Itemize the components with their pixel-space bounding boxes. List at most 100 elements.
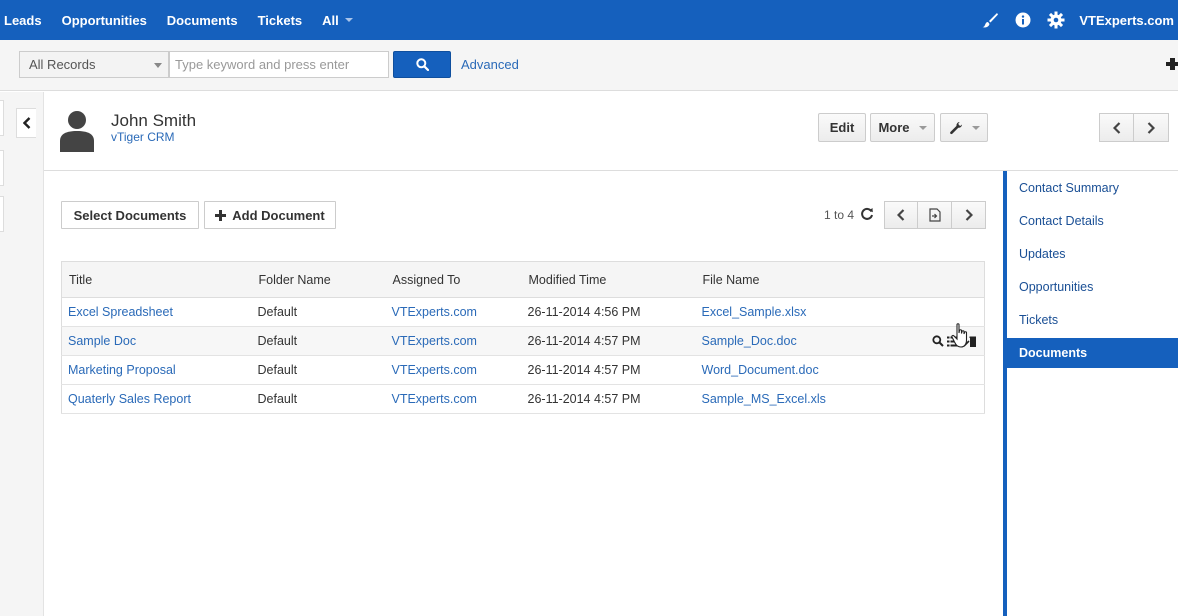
chevron-left-icon — [897, 209, 905, 221]
sidebar-item-contact-details[interactable]: Contact Details — [1007, 206, 1178, 236]
sidebar-item-contact-summary[interactable]: Contact Summary — [1007, 173, 1178, 203]
refresh-icon[interactable] — [860, 207, 874, 221]
documents-panel: Select Documents Add Document 1 to 4 Tit… — [44, 171, 1003, 616]
doc-assigned-link[interactable]: VTExperts.com — [385, 297, 522, 327]
edit-button-label: Edit — [829, 120, 855, 135]
doc-file-cell: Sample_Doc.doc — [695, 326, 985, 356]
chevron-left-icon — [1112, 121, 1120, 134]
add-document-button[interactable]: Add Document — [204, 201, 336, 229]
paint-brush-icon[interactable] — [980, 10, 1000, 30]
doc-assigned-link[interactable]: VTExperts.com — [385, 326, 522, 356]
doc-file-cell-content: Sample_Doc.doc — [702, 334, 985, 348]
record-header: John Smith vTiger CRM Edit More — [44, 92, 1178, 171]
gutter-tab[interactable] — [0, 150, 4, 186]
table-row[interactable]: Excel Spreadsheet Default VTExperts.com … — [61, 297, 985, 327]
chevron-left-icon — [22, 117, 30, 129]
nav-label: Documents — [166, 12, 238, 28]
search-bar: All Records Advanced — [0, 40, 1178, 91]
nav-tickets[interactable]: Tickets — [258, 13, 303, 28]
nav-leads[interactable]: Leads — [4, 13, 42, 28]
records-select[interactable]: All Records — [19, 51, 169, 78]
nav-label: Leads — [4, 12, 42, 28]
previous-page-button[interactable] — [884, 201, 918, 229]
doc-modified: 26-11-2014 4:56 PM — [521, 297, 696, 327]
doc-title-link[interactable]: Marketing Proposal — [61, 355, 252, 385]
record-subtitle[interactable]: vTiger CRM — [111, 130, 175, 144]
sidebar-item-opportunities[interactable]: Opportunities — [1007, 272, 1178, 302]
doc-folder: Default — [251, 384, 386, 414]
doc-file-link[interactable]: Sample_Doc.doc — [702, 334, 797, 348]
select-documents-button[interactable]: Select Documents — [61, 201, 199, 229]
search-icon — [415, 58, 429, 71]
doc-modified: 26-11-2014 4:57 PM — [521, 326, 696, 356]
plus-icon[interactable] — [1166, 54, 1178, 74]
doc-file-link[interactable]: Word_Document.doc — [695, 355, 985, 385]
nav-label: Tickets — [257, 12, 303, 28]
previous-record-button[interactable] — [1099, 113, 1134, 142]
nav-label: Opportunities — [61, 12, 147, 28]
chevron-right-icon — [1147, 121, 1155, 134]
column-header-folder[interactable]: Folder Name — [251, 261, 386, 298]
tools-button[interactable] — [940, 113, 988, 142]
gear-icon[interactable] — [1046, 10, 1066, 30]
more-button-label: More — [878, 120, 910, 135]
doc-title-link[interactable]: Sample Doc — [61, 326, 252, 356]
user-avatar-icon — [60, 111, 94, 152]
search-input[interactable] — [169, 51, 389, 78]
column-header-title[interactable]: Title — [61, 261, 252, 298]
column-header-assigned[interactable]: Assigned To — [385, 261, 522, 298]
collapse-sidebar-button[interactable] — [16, 108, 36, 138]
column-header-modified[interactable]: Modified Time — [521, 261, 696, 298]
chevron-down-icon — [918, 125, 927, 130]
left-gutter — [0, 92, 44, 616]
doc-assigned-link[interactable]: VTExperts.com — [385, 384, 522, 414]
doc-title-link[interactable]: Excel Spreadsheet — [61, 297, 252, 327]
doc-folder: Default — [251, 355, 386, 385]
next-record-button[interactable] — [1134, 113, 1169, 142]
record-name: John Smith — [111, 111, 197, 130]
search-icon[interactable] — [932, 335, 944, 347]
table-row[interactable]: Sample Doc Default VTExperts.com 26-11-2… — [61, 326, 985, 356]
gutter-tab[interactable] — [0, 196, 4, 232]
doc-folder: Default — [251, 297, 386, 327]
user-menu[interactable]: VTExperts.com — [1079, 13, 1174, 28]
table-row[interactable]: Quaterly Sales Report Default VTExperts.… — [61, 384, 985, 414]
pagination-range: 1 to 4 — [824, 208, 855, 222]
nav-opportunities[interactable]: Opportunities — [62, 13, 147, 28]
page-jump-button[interactable] — [918, 201, 952, 229]
more-button[interactable]: More — [870, 113, 935, 142]
next-page-button[interactable] — [952, 201, 986, 229]
doc-title-link[interactable]: Quaterly Sales Report — [61, 384, 252, 414]
chevron-down-icon — [971, 125, 980, 130]
wrench-icon — [949, 121, 962, 134]
chevron-down-icon — [344, 18, 353, 22]
top-nav-bar: Leads Opportunities Documents Tickets Al… — [0, 0, 1178, 40]
records-select-value: All Records — [29, 57, 96, 72]
gutter-tab[interactable] — [0, 100, 4, 136]
table-row[interactable]: Marketing Proposal Default VTExperts.com… — [61, 355, 985, 385]
sidebar-item-updates[interactable]: Updates — [1007, 239, 1178, 269]
sidebar-item-tickets[interactable]: Tickets — [1007, 305, 1178, 335]
plus-icon — [215, 209, 227, 221]
hand-cursor-icon — [951, 323, 968, 348]
edit-button[interactable]: Edit — [818, 113, 866, 142]
doc-assigned-link[interactable]: VTExperts.com — [385, 355, 522, 385]
table-header-row: Title Folder Name Assigned To Modified T… — [61, 261, 985, 298]
nav-documents[interactable]: Documents — [167, 13, 238, 28]
search-button[interactable] — [393, 51, 451, 78]
advanced-search-link[interactable]: Advanced — [461, 57, 519, 72]
pagination-controls — [884, 201, 986, 229]
page-jump-icon — [928, 208, 941, 222]
doc-file-link[interactable]: Sample_MS_Excel.xls — [695, 384, 985, 414]
nav-label: All — [322, 12, 339, 28]
select-documents-label: Select Documents — [73, 207, 187, 223]
sidebar-item-documents[interactable]: Documents — [1007, 338, 1178, 368]
info-icon[interactable] — [1013, 10, 1033, 30]
doc-file-link[interactable]: Excel_Sample.xlsx — [695, 297, 985, 327]
nav-all-menu[interactable]: All — [322, 13, 353, 28]
column-header-filename[interactable]: File Name — [695, 261, 985, 298]
main-menu: Leads Opportunities Documents Tickets Al… — [0, 0, 373, 40]
chevron-down-icon — [154, 63, 162, 68]
doc-modified: 26-11-2014 4:57 PM — [521, 384, 696, 414]
doc-folder: Default — [251, 326, 386, 356]
